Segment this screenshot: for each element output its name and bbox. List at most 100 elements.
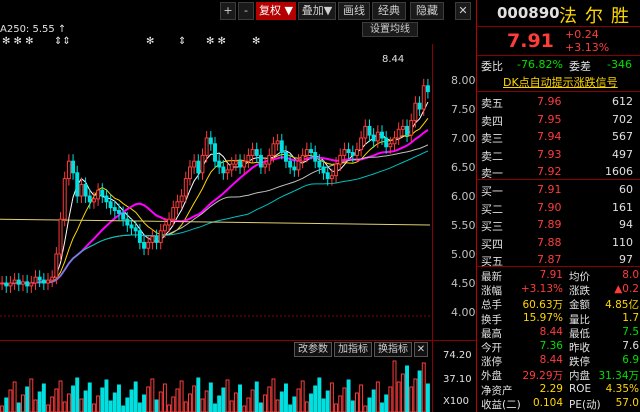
volume-bar <box>142 394 146 412</box>
volume-bar <box>175 388 180 412</box>
candle-body <box>25 281 30 287</box>
y-tick: 6.50 <box>451 161 476 174</box>
candle-body <box>29 282 34 287</box>
volume-bar <box>16 402 21 412</box>
candle-body <box>296 160 301 171</box>
volume-bar <box>108 400 113 412</box>
stat-label: 均价 <box>569 271 590 283</box>
volume-bar <box>58 380 63 412</box>
draw-line-button[interactable]: 画线 <box>338 2 370 20</box>
candle-body <box>104 195 109 203</box>
volume-bar <box>196 377 201 412</box>
order-row[interactable]: 卖五 7.96 612 <box>477 95 640 110</box>
close-subpane-icon[interactable]: ✕ <box>414 342 428 357</box>
order-row[interactable]: 买一 7.91 60 <box>477 183 640 198</box>
order-row[interactable]: 买五 7.87 97 <box>477 253 640 268</box>
candle-body <box>334 163 339 177</box>
order-label: 买四 <box>481 237 503 251</box>
candle-body <box>150 236 155 243</box>
candlestick-chart[interactable] <box>0 44 476 340</box>
overlay-dropdown[interactable]: 叠加▼ <box>298 2 336 20</box>
volume-bar <box>54 388 59 412</box>
order-volume: 60 <box>619 183 633 196</box>
order-row[interactable]: 卖二 7.93 497 <box>477 148 640 163</box>
order-price: 7.93 <box>537 147 562 161</box>
volume-bar <box>129 389 134 412</box>
volume-bar <box>380 402 384 412</box>
candle-body <box>233 160 238 165</box>
switch-indicator-button[interactable]: 换指标 <box>374 342 412 357</box>
order-row[interactable]: 买二 7.90 161 <box>477 201 640 216</box>
signal-link[interactable]: DK点自动提示涨跌信号 <box>503 74 618 90</box>
volume-bar <box>354 392 359 412</box>
order-row[interactable]: 买四 7.88 110 <box>477 236 640 251</box>
stat-value: 60.63万 <box>522 299 563 312</box>
stat-value: ▲0.2 <box>614 283 639 296</box>
stat-value: 6.9 <box>622 354 639 367</box>
order-row[interactable]: 卖一 7.92 1606 <box>477 165 640 180</box>
volume-bar <box>288 404 293 412</box>
volume-bar <box>83 390 88 412</box>
add-indicator-button[interactable]: 加指标 <box>334 342 372 357</box>
volume-bar <box>371 389 376 412</box>
stat-label: 跌停 <box>569 356 590 369</box>
candle-body <box>158 230 163 243</box>
order-price: 7.91 <box>537 183 562 196</box>
divider <box>477 55 640 56</box>
candle-body <box>363 125 368 139</box>
classic-button[interactable]: 经典 <box>372 2 406 20</box>
stat-value: 57.0 <box>615 396 639 409</box>
zoom-out-button[interactable]: - <box>238 2 254 20</box>
volume-bar <box>158 391 163 412</box>
candle-body <box>313 152 318 162</box>
volume-bar <box>96 395 101 412</box>
y-tick: 4.00 <box>451 306 476 319</box>
volume-bar <box>183 401 188 412</box>
order-price: 7.90 <box>537 200 562 214</box>
order-label: 卖五 <box>481 97 503 110</box>
hide-button[interactable]: 隐藏 <box>410 2 444 20</box>
volume-bar <box>50 396 55 412</box>
volume-bar <box>246 397 251 412</box>
volume-bar <box>296 388 301 412</box>
order-row[interactable]: 卖三 7.94 567 <box>477 130 640 145</box>
order-label: 卖一 <box>481 167 503 180</box>
volume-bar <box>425 383 430 412</box>
wb-label: 委比 <box>481 60 503 73</box>
candle-body <box>246 154 251 162</box>
volume-bar <box>338 395 343 412</box>
order-price: 7.89 <box>537 218 562 231</box>
volume-bar <box>384 394 389 412</box>
restore-rights-dropdown[interactable]: 复权 ▼ <box>256 2 296 20</box>
candle-body <box>421 85 426 110</box>
order-price: 7.92 <box>537 165 562 178</box>
volume-chart <box>0 360 430 412</box>
candle-body <box>146 241 151 249</box>
order-label: 买五 <box>481 255 503 268</box>
candle-body <box>200 154 205 174</box>
zoom-in-button[interactable]: + <box>220 2 236 20</box>
candle-body <box>279 140 284 154</box>
stat-value: 8.44 <box>539 354 563 367</box>
candle-body <box>325 172 330 180</box>
stat-label: 金额 <box>569 299 590 312</box>
order-row[interactable]: 买三 7.89 94 <box>477 218 640 233</box>
edit-params-button[interactable]: 改参数 <box>294 342 332 357</box>
order-row[interactable]: 卖四 7.95 702 <box>477 113 640 128</box>
close-icon[interactable]: ✕ <box>455 2 471 20</box>
price-pane-divider <box>477 26 640 27</box>
stat-label: PE(动) <box>569 398 601 411</box>
volume-bar <box>225 379 230 412</box>
candle-body <box>100 189 105 197</box>
candle-body <box>267 154 272 165</box>
stat-value: 7.5 <box>622 325 639 338</box>
candle-body <box>300 154 305 162</box>
ma-settings-button[interactable]: 设置均线 <box>362 22 418 37</box>
volume-bar <box>392 360 397 412</box>
candle-body <box>309 149 313 153</box>
volume-bar <box>100 387 105 412</box>
volume-bar <box>346 379 351 412</box>
order-volume: 161 <box>612 200 633 214</box>
volume-bar <box>71 385 76 412</box>
candle-body <box>16 279 21 285</box>
